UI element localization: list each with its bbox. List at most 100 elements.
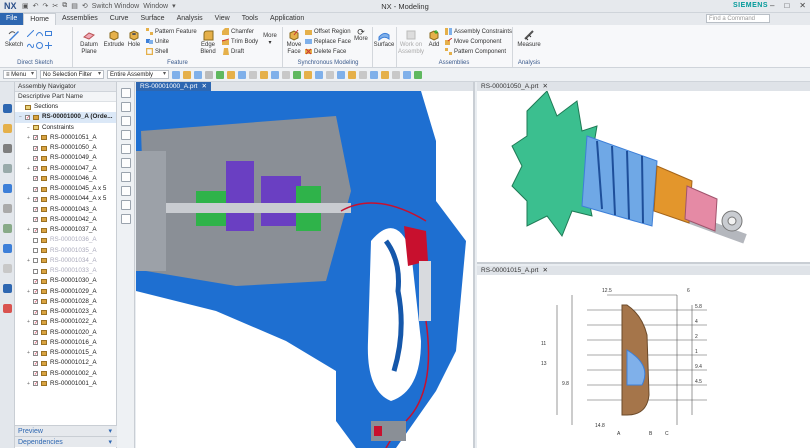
expand-icon[interactable]: +: [27, 194, 30, 204]
edge-blend-button[interactable]: Edge Blend: [197, 29, 219, 55]
wcs-icon[interactable]: [403, 70, 411, 79]
expand-icon[interactable]: +: [27, 348, 30, 358]
visibility-checkbox[interactable]: ✓: [33, 330, 38, 336]
assembly-constraints-button[interactable]: Assembly Constraints: [445, 28, 512, 35]
snap-quadrant-icon[interactable]: [260, 70, 268, 79]
expand-icon[interactable]: +: [27, 379, 30, 389]
tab-main-part[interactable]: RS-00001000_A.prt ✕: [136, 82, 211, 91]
visibility-checkbox[interactable]: [33, 268, 38, 274]
process-studio-icon[interactable]: [3, 264, 12, 273]
tree-root-item[interactable]: − ✓ RS-00001000_A (Orde...: [15, 112, 116, 123]
undo-icon[interactable]: ↶: [33, 2, 39, 10]
offset-region-button[interactable]: Offset Region: [305, 28, 351, 35]
reuse-library-icon[interactable]: [3, 164, 12, 173]
visibility-checkbox[interactable]: ✓: [33, 299, 38, 305]
main-viewport[interactable]: RS-00001000_A.prt ✕: [136, 82, 475, 448]
clip-section-icon[interactable]: [121, 130, 131, 140]
draft-button[interactable]: Draft: [222, 48, 244, 55]
preview-panel-toggle[interactable]: Preview: [15, 425, 117, 437]
tree-part-item[interactable]: + ✓ RS-00001037_A: [15, 225, 116, 235]
pencil-icon[interactable]: [121, 158, 131, 168]
visibility-checkbox[interactable]: ✓: [33, 186, 38, 192]
tree-part-item[interactable]: ✓ RS-00001045_A x 5: [15, 184, 116, 194]
visibility-checkbox[interactable]: ✓: [33, 155, 38, 161]
tree-part-item[interactable]: ✓ RS-00001030_A: [15, 276, 116, 286]
close-icon[interactable]: ✕: [542, 82, 547, 91]
visibility-checkbox[interactable]: ✓: [33, 166, 38, 172]
zoom-icon[interactable]: [326, 70, 334, 79]
box-icon[interactable]: [121, 172, 131, 182]
visibility-checkbox[interactable]: [33, 237, 38, 243]
tree-part-item[interactable]: RS-00001036_A: [15, 235, 116, 245]
visibility-checkbox[interactable]: [33, 258, 38, 264]
constraint-navigator-icon[interactable]: [3, 124, 12, 133]
cut-icon[interactable]: ✂: [52, 2, 58, 10]
snap-tangent-icon[interactable]: [282, 70, 290, 79]
bottom-right-viewport[interactable]: RS-00001015_A.prt ✕ 12.5 6 5.8 4 2 1 9.4…: [477, 266, 810, 448]
visibility-checkbox[interactable]: ✓: [33, 340, 38, 346]
redo-icon[interactable]: ↷: [43, 2, 49, 10]
tree-part-item[interactable]: RS-00001035_A: [15, 246, 116, 256]
visibility-checkbox[interactable]: ✓: [33, 360, 38, 366]
tree-part-item[interactable]: ✓ RS-00001023_A: [15, 307, 116, 317]
snap-mid-icon[interactable]: [238, 70, 246, 79]
camera-icon[interactable]: [121, 102, 131, 112]
expand-icon[interactable]: +: [27, 287, 30, 297]
rotate-icon[interactable]: [337, 70, 345, 79]
command-finder-input[interactable]: Find a Command: [706, 14, 770, 23]
tree-part-item[interactable]: RS-00001033_A: [15, 266, 116, 276]
copy-icon[interactable]: ⧉: [62, 2, 67, 10]
surface-button[interactable]: Surface: [374, 29, 394, 49]
tab-analysis[interactable]: Analysis: [171, 13, 209, 25]
render-style-icon[interactable]: [359, 70, 367, 79]
add-component-button[interactable]: Add: [426, 29, 442, 49]
visibility-checkbox[interactable]: ✓: [33, 309, 38, 315]
selection-filter-dropdown[interactable]: No Selection Filter: [40, 70, 104, 79]
tree-part-item[interactable]: ✓ RS-00001046_A: [15, 174, 116, 184]
tree-part-item[interactable]: ✓ RS-00001002_A: [15, 369, 116, 379]
sync-more-button[interactable]: ⟳ More: [352, 28, 370, 42]
tab-application[interactable]: Application: [264, 13, 310, 25]
chamfer-button[interactable]: Chamfer: [222, 28, 254, 35]
select-edge-icon[interactable]: [205, 70, 213, 79]
snap-point-icon[interactable]: [216, 70, 224, 79]
visibility-checkbox[interactable]: ✓: [33, 289, 38, 295]
hd3d-tools-icon[interactable]: [3, 184, 12, 193]
visibility-checkbox[interactable]: ✓: [33, 217, 38, 223]
dependencies-panel-toggle[interactable]: Dependencies: [15, 436, 117, 448]
tab-armature-part[interactable]: RS-00001050_A.prt ✕: [477, 82, 552, 91]
top-right-viewport[interactable]: RS-00001050_A.prt ✕: [477, 82, 810, 264]
tab-assemblies[interactable]: Assemblies: [56, 13, 104, 25]
view-orient-icon[interactable]: [304, 70, 312, 79]
line-icon[interactable]: [27, 30, 34, 37]
repeat-icon[interactable]: ⟲: [82, 2, 88, 10]
expand-icon[interactable]: +: [27, 256, 30, 266]
pattern-feature-button[interactable]: Pattern Feature: [146, 28, 197, 35]
snap-intersect-icon[interactable]: [271, 70, 279, 79]
visibility-checkbox[interactable]: ✓: [33, 371, 38, 377]
visibility-checkbox[interactable]: ✓: [33, 278, 38, 284]
highlight-icon[interactable]: [121, 144, 131, 154]
visibility-checkbox[interactable]: ✓: [33, 350, 38, 356]
assembly-navigator-icon[interactable]: [3, 104, 12, 113]
paste-icon[interactable]: ▤: [71, 2, 78, 10]
close-icon[interactable]: ✕: [201, 82, 206, 91]
fit-icon[interactable]: [121, 186, 131, 196]
unite-button[interactable]: Unite: [146, 38, 169, 45]
history-icon[interactable]: [3, 224, 12, 233]
delete-face-button[interactable]: Delete Face: [305, 48, 346, 55]
visibility-checkbox[interactable]: [33, 248, 38, 253]
sketch-button[interactable]: Sketch: [3, 29, 25, 49]
visibility-checkbox[interactable]: ✓: [33, 145, 38, 151]
close-icon[interactable]: ✕: [542, 266, 547, 275]
tree-part-item[interactable]: ✓ RS-00001012_A: [15, 358, 116, 368]
pattern-component-button[interactable]: Pattern Component: [445, 48, 506, 55]
visibility-checkbox[interactable]: ✓: [33, 196, 38, 202]
pan-icon[interactable]: [348, 70, 356, 79]
section-view-icon[interactable]: [370, 70, 378, 79]
tree-part-item[interactable]: ✓ RS-00001016_A: [15, 338, 116, 348]
layer-icon[interactable]: [381, 70, 389, 79]
spline-icon[interactable]: [27, 42, 34, 49]
move-face-button[interactable]: Move Face: [284, 29, 304, 55]
move-component-button[interactable]: Move Component: [445, 38, 501, 45]
